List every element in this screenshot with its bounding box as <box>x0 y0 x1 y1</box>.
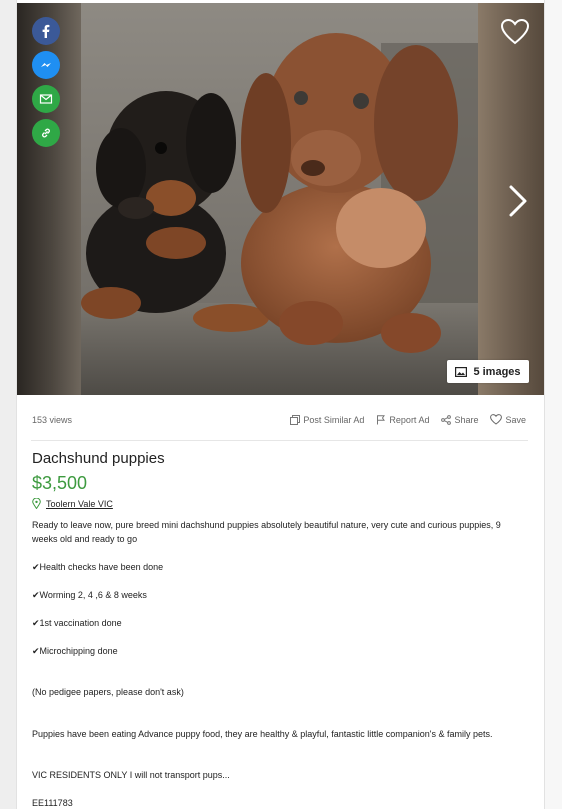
copy-icon <box>290 414 301 425</box>
description-line: ✔Worming 2, 4 ,6 & 8 weeks <box>32 590 147 600</box>
share-email-button[interactable] <box>32 85 60 113</box>
listing-meta-row: 153 views Post Similar Ad Report Ad Shar… <box>17 406 544 436</box>
messenger-icon <box>41 63 51 67</box>
save-label: Save <box>505 414 526 425</box>
meta-divider <box>31 440 528 441</box>
location-pin-icon <box>32 498 41 509</box>
save-button[interactable]: Save <box>490 414 526 425</box>
description-line: Puppies have been eating Advance puppy f… <box>32 729 493 739</box>
share-facebook-button[interactable] <box>32 17 60 45</box>
share-icon <box>441 414 452 425</box>
share-label: Share <box>454 414 479 425</box>
report-ad-button[interactable]: Report Ad <box>376 414 429 425</box>
link-icon <box>42 128 50 138</box>
email-icon <box>39 94 53 104</box>
flag-icon <box>377 414 386 424</box>
listing-card: 5 images 153 views Post Similar Ad Repor… <box>16 0 545 809</box>
listing-price: $3,500 <box>32 473 88 493</box>
listing-location[interactable]: Toolern Vale VIC <box>32 498 113 509</box>
image-count-label: 5 images <box>473 365 521 378</box>
next-image-chevron-icon[interactable] <box>505 183 529 219</box>
description-paragraph: Ready to leave now, pure breed mini dach… <box>32 520 501 544</box>
description-line: VIC RESIDENTS ONLY I will not transport … <box>32 770 230 780</box>
listing-title: Dachshund puppies <box>32 450 165 467</box>
location-link[interactable]: Toolern Vale VIC <box>46 499 113 509</box>
description-line: (No pedigee papers, please don't ask) <box>32 687 184 697</box>
share-messenger-button[interactable] <box>32 51 60 79</box>
description-line: ✔1st vaccination done <box>32 618 122 628</box>
description-line: ✔Health checks have been done <box>32 562 164 572</box>
page-side-strip <box>543 0 562 809</box>
description-line: ✔Microchipping done <box>32 646 118 656</box>
image-gallery[interactable]: 5 images <box>17 3 544 395</box>
share-button[interactable]: Share <box>441 414 478 425</box>
heart-outline-icon <box>490 414 503 425</box>
facebook-icon <box>42 24 50 38</box>
report-ad-label: Report Ad <box>389 414 430 425</box>
listing-actions: Post Similar Ad Report Ad Share Save <box>290 414 526 425</box>
image-icon <box>455 366 468 377</box>
view-count: 153 views <box>32 415 73 425</box>
favourite-heart-icon[interactable] <box>501 19 529 45</box>
listing-id: EE111783 <box>32 798 73 808</box>
listing-photo[interactable] <box>81 3 478 395</box>
image-count-badge[interactable]: 5 images <box>447 360 529 383</box>
post-similar-ad-button[interactable]: Post Similar Ad <box>290 414 364 425</box>
listing-description: Ready to leave now, pure breed mini dach… <box>32 518 522 546</box>
post-similar-ad-label: Post Similar Ad <box>303 414 365 425</box>
copy-link-button[interactable] <box>32 119 60 147</box>
